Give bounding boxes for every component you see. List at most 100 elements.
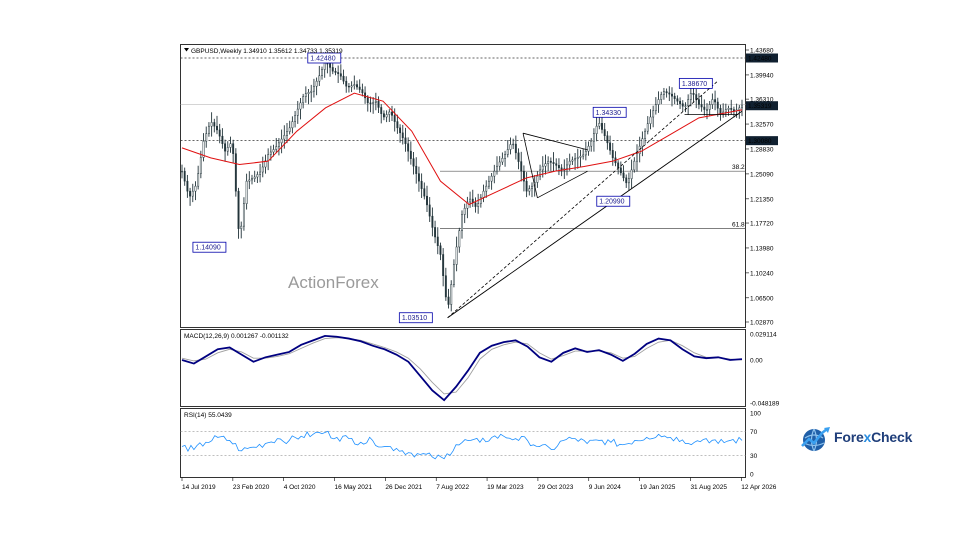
candle-body bbox=[329, 63, 332, 68]
price-tick-label: 1.32570 bbox=[750, 122, 774, 129]
candle-body bbox=[603, 129, 606, 137]
candle-body bbox=[498, 161, 501, 167]
candle-body bbox=[442, 254, 445, 276]
candle-body bbox=[630, 169, 633, 179]
chart-canvas: 38.2 61.8 1.42480 1.38670 1.34330 1.14090 1.20… bbox=[180, 44, 780, 491]
candle-body bbox=[571, 159, 574, 162]
candle-body bbox=[458, 230, 461, 248]
candle-body bbox=[673, 95, 676, 99]
candle-body bbox=[509, 144, 512, 150]
candle-body bbox=[232, 143, 235, 154]
candle-body bbox=[598, 123, 601, 127]
globe-chart-icon bbox=[801, 427, 830, 452]
candle-body bbox=[401, 132, 404, 139]
candle-body bbox=[218, 129, 221, 137]
price-tick-label: 1.28830 bbox=[750, 146, 774, 153]
x-tick-label: 19 Jan 2025 bbox=[640, 484, 676, 491]
candle-body bbox=[528, 188, 531, 192]
candle-body bbox=[342, 75, 345, 82]
candle-body bbox=[393, 115, 396, 122]
candle-body bbox=[434, 227, 437, 238]
price-tick-label: 1.17720 bbox=[750, 221, 774, 228]
candle-body bbox=[711, 99, 714, 105]
price-tag-label: 1.42480 bbox=[748, 55, 772, 62]
candle-body bbox=[444, 275, 447, 298]
candle-body bbox=[256, 174, 259, 178]
x-tick-label: 23 Feb 2020 bbox=[233, 484, 270, 491]
candle-body bbox=[738, 107, 741, 111]
candle-body bbox=[369, 102, 372, 104]
candle-body bbox=[299, 102, 302, 110]
annotation-label: 1.14090 bbox=[195, 245, 220, 252]
candle-body bbox=[700, 104, 703, 108]
rsi-header: RSI(14) 55.0439 bbox=[184, 412, 232, 419]
candle-body bbox=[186, 180, 189, 192]
candle-body bbox=[590, 140, 593, 147]
candle-body bbox=[302, 96, 305, 104]
candle-body bbox=[242, 203, 245, 227]
price-panel bbox=[180, 44, 746, 328]
candle-body bbox=[549, 160, 552, 163]
price-tick-label: 1.43680 bbox=[750, 48, 774, 55]
candle-body bbox=[627, 178, 630, 184]
candle-body bbox=[609, 142, 612, 151]
x-tick-label: 16 May 2021 bbox=[335, 484, 373, 491]
candle-body bbox=[493, 170, 496, 177]
x-tick-label: 12 Apr 2026 bbox=[741, 484, 776, 491]
annotation-label: 1.20990 bbox=[599, 199, 624, 206]
candle-body bbox=[237, 190, 240, 229]
candle-body bbox=[517, 152, 520, 162]
candle-body bbox=[385, 114, 388, 118]
candle-body bbox=[353, 84, 356, 87]
candle-body bbox=[286, 131, 288, 136]
rsi-tick-label: 0 bbox=[750, 472, 754, 479]
price-tick-label: 1.25090 bbox=[750, 171, 774, 178]
candle-body bbox=[267, 154, 270, 162]
candle-body bbox=[619, 167, 622, 174]
candle-body bbox=[697, 99, 700, 105]
candle-body bbox=[695, 94, 698, 100]
rsi-tick-label: 70 bbox=[750, 429, 758, 436]
candle-body bbox=[606, 135, 609, 144]
candle-body bbox=[687, 99, 690, 107]
macd-tick-label: -0.048189 bbox=[750, 401, 780, 408]
candle-body bbox=[318, 75, 321, 82]
candle-body bbox=[350, 85, 353, 88]
x-tick-label: 7 Aug 2022 bbox=[436, 484, 469, 491]
candle-body bbox=[496, 165, 498, 172]
candle-body bbox=[326, 63, 329, 65]
macd-header: MACD(12,26,9) 0.001267 -0.001132 bbox=[184, 333, 289, 340]
candle-body bbox=[671, 93, 673, 97]
candle-body bbox=[294, 115, 297, 122]
candle-body bbox=[234, 153, 237, 192]
candle-body bbox=[248, 179, 251, 182]
candle-body bbox=[194, 185, 197, 192]
candle-body bbox=[345, 80, 348, 87]
candle-body bbox=[283, 135, 286, 140]
candle-body bbox=[339, 73, 342, 77]
candle-body bbox=[337, 72, 340, 74]
candle-body bbox=[482, 190, 485, 198]
candle-body bbox=[474, 202, 477, 207]
candle-body bbox=[240, 225, 243, 229]
candle-body bbox=[625, 177, 628, 184]
candle-body bbox=[490, 175, 493, 182]
candle-body bbox=[552, 162, 555, 164]
annotation-label: 1.42480 bbox=[310, 55, 335, 62]
macd-tick-label: 0.00 bbox=[750, 357, 763, 364]
candle-body bbox=[689, 93, 692, 100]
candle-body bbox=[197, 173, 200, 187]
candle-body bbox=[251, 178, 253, 181]
x-tick-label: 14 Jul 2019 bbox=[182, 484, 216, 491]
price-tick-label: 1.02870 bbox=[750, 320, 774, 327]
candle-body bbox=[269, 151, 272, 155]
candle-body bbox=[312, 85, 315, 92]
candle-body bbox=[420, 180, 423, 189]
candle-body bbox=[692, 93, 695, 95]
candle-body bbox=[601, 123, 603, 130]
candle-body bbox=[703, 106, 706, 110]
candle-body bbox=[415, 165, 418, 174]
candle-body bbox=[310, 90, 313, 93]
macd-tick-label: 0.029114 bbox=[750, 332, 777, 339]
candle-body bbox=[272, 149, 275, 153]
